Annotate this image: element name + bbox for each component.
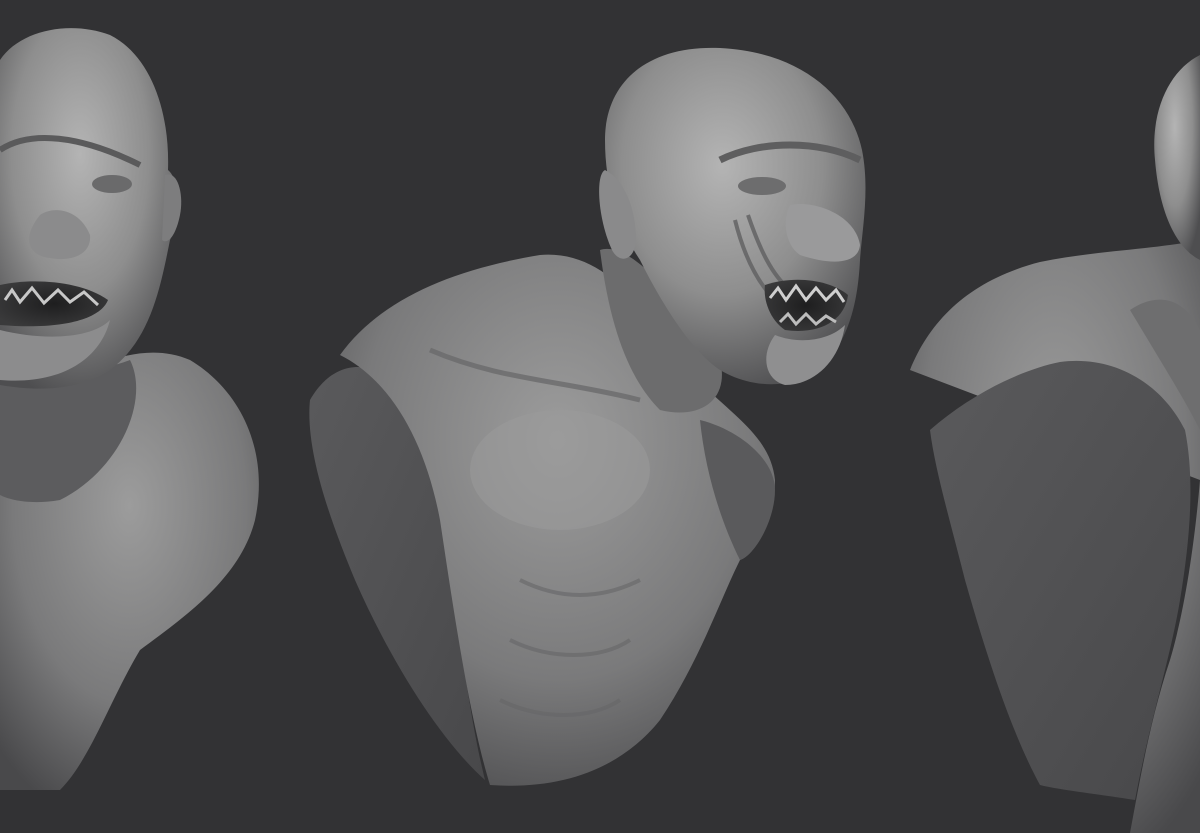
front-eye — [92, 175, 132, 193]
three-quarter-pectoral — [470, 410, 650, 530]
sculpt-render-canvas — [0, 0, 1200, 833]
three-quarter-eye — [738, 177, 786, 195]
